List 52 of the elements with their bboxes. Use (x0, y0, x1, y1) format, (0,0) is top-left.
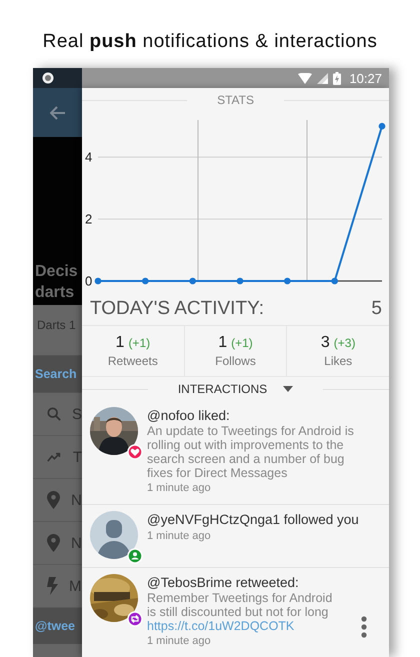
timestamp: 1 minute ago (147, 529, 211, 544)
status-time: 10:27 (349, 70, 382, 86)
counter-change: (+1) (128, 336, 150, 350)
wifi-icon (298, 72, 312, 84)
counter-change: (+1) (231, 336, 253, 350)
counter-value: 1 (116, 334, 124, 352)
activity-total: 5 (371, 298, 382, 320)
more-icon[interactable] (361, 616, 367, 638)
post-title: Decis (35, 262, 79, 282)
data-point (236, 278, 244, 284)
tweet-link[interactable]: https://t.co/1uW2DQCOTK (147, 619, 294, 633)
battery-icon (333, 72, 342, 84)
tick-label: 0 (85, 274, 92, 288)
data-point (142, 278, 149, 284)
post-subtitle: Darts 1 (36, 317, 77, 334)
data-point (284, 278, 291, 284)
trending-icon (47, 451, 62, 463)
counter-label: Retweets (108, 354, 158, 368)
caption: Real push notifications & interactions (42, 30, 378, 54)
tweet-text: Remember Tweetings for Android is still discounted but not for long (147, 591, 334, 619)
dropdown-icon[interactable] (283, 386, 294, 392)
data-point (331, 278, 338, 284)
timestamp: 1 minute ago (147, 634, 211, 649)
section-title: INTERACTIONS (176, 382, 268, 396)
data-point (378, 122, 386, 130)
interaction-title: @nofoo liked: (147, 407, 230, 424)
section-title: STATS (216, 93, 255, 107)
account-header: @twee (33, 608, 82, 644)
data-point (189, 278, 196, 284)
activity-label: TODAY'S ACTIVITY: (90, 298, 264, 320)
counter-value: 3 (320, 334, 330, 352)
interaction-title: @TebosBrime retweeted: (147, 574, 299, 591)
counter-label: Likes (324, 354, 352, 368)
pin-icon (47, 491, 60, 509)
tweet-text: An update to Tweetings for Android is rolling out with improvements to the search screen and a number of bug fixes for Direct Messages (147, 424, 355, 480)
tick-label: 2 (85, 212, 92, 227)
counter-value: 1 (218, 334, 228, 352)
counter-label: Follows (215, 354, 256, 368)
timestamp: 1 minute ago (147, 481, 211, 496)
section-header: Search (33, 355, 82, 393)
tick-label: 4 (85, 150, 92, 165)
post-title: darts (35, 283, 76, 303)
back-icon[interactable] (50, 106, 66, 120)
lightning-icon (47, 577, 58, 595)
counter-change: (+3) (334, 336, 356, 350)
pin-icon (47, 534, 60, 552)
avatar-icon (90, 511, 138, 559)
signal-icon (317, 72, 328, 84)
interaction-title: @yeNVFgHCtzQnga1 followed you (147, 511, 359, 528)
notification-icon (42, 72, 54, 84)
data-point (94, 278, 102, 284)
search-icon (47, 406, 61, 422)
